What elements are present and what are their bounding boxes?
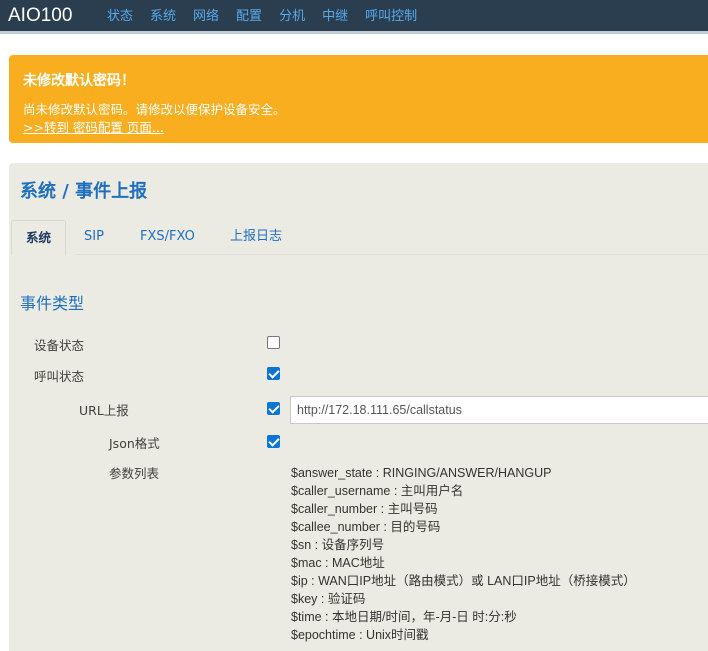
alert-message: 尚未修改默认密码。请修改以便保护设备安全。: [23, 102, 286, 117]
json-format-checkbox[interactable]: [267, 435, 280, 448]
param-callee-number: $callee_number : 目的号码: [291, 520, 441, 534]
nav-call-control[interactable]: 呼叫控制: [365, 0, 417, 34]
nav-status[interactable]: 状态: [107, 0, 133, 34]
password-config-link[interactable]: >>转到 密码配置 页面...: [23, 117, 164, 136]
param-ip: $ip : WAN口IP地址（路由模式）或 LAN口IP地址（桥接模式）: [291, 574, 636, 588]
param-sn: $sn : 设备序列号: [291, 538, 385, 552]
json-format-label: Json格式: [109, 436, 160, 451]
param-mac: $mac : MAC地址: [291, 556, 385, 570]
param-caller-number: $caller_number : 主叫号码: [291, 502, 438, 516]
tab-report-log[interactable]: 上报日志: [230, 220, 282, 255]
tab-divider: [76, 254, 708, 255]
device-status-checkbox[interactable]: [267, 336, 280, 349]
call-status-checkbox[interactable]: [267, 367, 280, 380]
call-status-label: 呼叫状态: [34, 369, 85, 384]
param-key: $key : 验证码: [291, 592, 366, 606]
content-panel: 系统 / 事件上报 系统 SIP FXS/FXO 上报日志 事件类型 设备状态 …: [9, 163, 708, 651]
url-input[interactable]: [290, 396, 708, 424]
tab-fxs-fxo[interactable]: FXS/FXO: [140, 220, 195, 255]
tab-sip[interactable]: SIP: [84, 220, 104, 255]
tab-bar: 系统 SIP FXS/FXO 上报日志: [9, 220, 708, 255]
default-password-alert: 未修改默认密码！ 尚未修改默认密码。请修改以便保护设备安全。 >>转到 密码配置…: [9, 55, 708, 143]
nav-network[interactable]: 网络: [193, 0, 219, 34]
param-answer-state: $answer_state : RINGING/ANSWER/HANGUP: [291, 466, 552, 480]
main-nav: 状态 系统 网络 配置 分机 中继 呼叫控制: [107, 0, 434, 34]
brand-logo[interactable]: AIO100: [8, 5, 72, 27]
device-status-label: 设备状态: [34, 338, 85, 353]
param-epochtime: $epochtime : Unix时间戳: [291, 628, 429, 642]
nav-extension[interactable]: 分机: [279, 0, 305, 34]
param-time: $time : 本地日期/时间，年-月-日 时:分:秒: [291, 610, 517, 624]
nav-config[interactable]: 配置: [236, 0, 262, 34]
param-list-label: 参数列表: [109, 466, 160, 481]
url-report-label: URL上报: [79, 403, 129, 418]
section-title: 事件类型: [20, 294, 85, 313]
nav-trunk[interactable]: 中继: [322, 0, 348, 34]
tab-system[interactable]: 系统: [11, 220, 67, 255]
param-list: $answer_state : RINGING/ANSWER/HANGUP $c…: [291, 464, 708, 644]
top-navbar: AIO100 状态 系统 网络 配置 分机 中继 呼叫控制: [0, 0, 708, 34]
param-caller-username: $caller_username : 主叫用户名: [291, 484, 464, 498]
nav-system[interactable]: 系统: [150, 0, 176, 34]
page-title: 系统 / 事件上报: [20, 181, 148, 202]
alert-title: 未修改默认密码！: [23, 73, 135, 89]
url-report-checkbox[interactable]: [267, 402, 280, 415]
